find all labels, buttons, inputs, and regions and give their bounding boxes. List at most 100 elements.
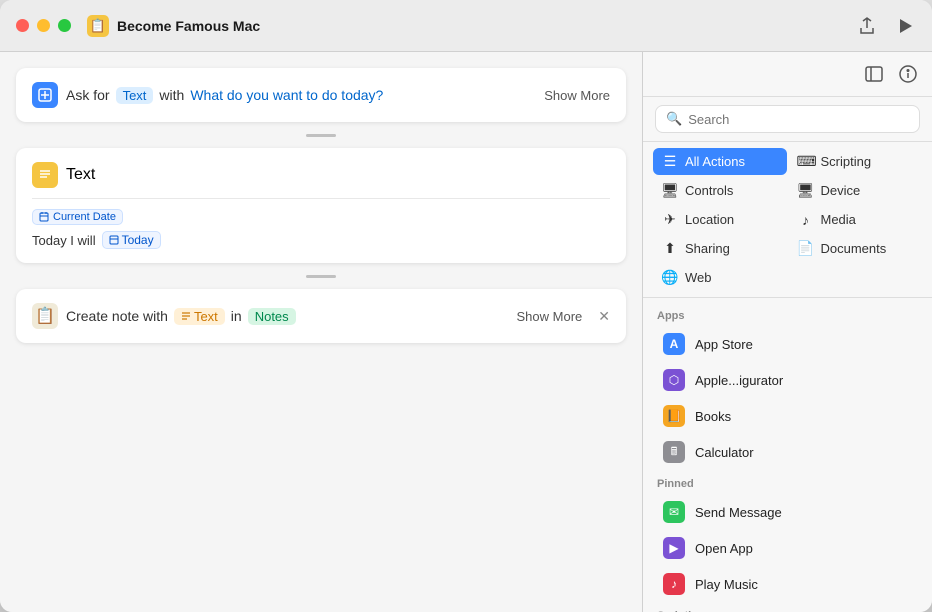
- category-sharing[interactable]: ⬆ Sharing: [653, 235, 787, 262]
- web-icon: 🌐: [661, 269, 679, 286]
- books-label: Books: [695, 409, 731, 424]
- list-item-apple-igurator[interactable]: ⬡ Apple...igurator: [649, 362, 926, 398]
- divider-line-2: [306, 275, 336, 278]
- category-location[interactable]: ✈ Location: [653, 206, 787, 233]
- documents-icon: 📄: [797, 240, 815, 257]
- apple-igurator-label: Apple...igurator: [695, 373, 783, 388]
- play-music-label: Play Music: [695, 577, 758, 592]
- create-note-label: Create note with Text in Notes: [66, 308, 509, 325]
- create-note-text-token[interactable]: Text: [174, 308, 225, 325]
- all-actions-label: All Actions: [685, 154, 745, 169]
- controls-icon: 🖥: [661, 182, 679, 199]
- today-label: Today: [122, 233, 154, 247]
- info-button[interactable]: [896, 62, 920, 86]
- list-item-send-message[interactable]: ✉ Send Message: [649, 494, 926, 530]
- close-button[interactable]: [16, 19, 29, 32]
- category-media[interactable]: ♪ Media: [789, 206, 923, 233]
- category-documents[interactable]: 📄 Documents: [789, 235, 923, 262]
- main-content: Ask for Text with What do you want to do…: [0, 52, 932, 612]
- create-note-keyword: Create note with: [66, 308, 168, 324]
- scripting-section-header: Scripting: [643, 602, 932, 612]
- text-icon: [32, 162, 58, 188]
- divider-line-1: [306, 134, 336, 137]
- list-item-open-app[interactable]: ▶ Open App: [649, 530, 926, 566]
- controls-label: Controls: [685, 183, 733, 198]
- ask-for-keyword: Ask for: [66, 87, 110, 103]
- play-button[interactable]: [894, 15, 916, 37]
- list-item-books[interactable]: 📙 Books: [649, 398, 926, 434]
- text-card-body: Current Date Today I will Today: [32, 198, 610, 249]
- main-window: 📋 Become Famous Mac: [0, 0, 932, 612]
- list-item-play-music[interactable]: ♪ Play Music: [649, 566, 926, 602]
- right-header: [643, 52, 932, 97]
- category-controls[interactable]: 🖥 Controls: [653, 177, 787, 204]
- apps-section-header: Apps: [643, 302, 932, 326]
- category-all-actions[interactable]: ☰ All Actions: [653, 148, 787, 175]
- divider-1: [16, 132, 626, 138]
- create-note-in: in: [231, 308, 242, 324]
- action-list: Apps A App Store ⬡ Apple...igurator 📙 Bo…: [643, 298, 932, 612]
- ask-for-label: Ask for Text with What do you want to do…: [66, 87, 536, 104]
- text-header: Text: [32, 162, 610, 188]
- documents-label: Documents: [821, 241, 887, 256]
- list-item-app-store[interactable]: A App Store: [649, 326, 926, 362]
- categories-grid: ☰ All Actions ⌨ Scripting 🖥 Controls 🖥 D…: [643, 142, 932, 298]
- category-device[interactable]: 🖥 Device: [789, 177, 923, 204]
- ask-for-with: with: [159, 87, 184, 103]
- traffic-lights: [16, 19, 71, 32]
- device-icon: 🖥: [797, 182, 815, 199]
- category-scripting[interactable]: ⌨ Scripting: [789, 148, 923, 175]
- list-item-calculator[interactable]: 🖩 Calculator: [649, 434, 926, 470]
- apple-igurator-icon: ⬡: [663, 369, 685, 391]
- all-actions-icon: ☰: [661, 153, 679, 170]
- search-input[interactable]: [688, 112, 909, 127]
- send-message-icon: ✉: [663, 501, 685, 523]
- device-label: Device: [821, 183, 861, 198]
- current-date-label: Current Date: [53, 211, 116, 223]
- ask-for-text-token[interactable]: Text: [116, 87, 154, 104]
- ask-for-icon: [32, 82, 58, 108]
- media-icon: ♪: [797, 212, 815, 228]
- ask-for-header: Ask for Text with What do you want to do…: [32, 82, 610, 108]
- current-date-tag[interactable]: Current Date: [32, 209, 123, 225]
- ask-for-prompt[interactable]: What do you want to do today?: [190, 87, 383, 103]
- create-note-header: 📋 Create note with Text in Note: [32, 303, 610, 329]
- create-note-show-more[interactable]: Show More: [517, 309, 583, 324]
- today-token[interactable]: Today: [102, 231, 161, 249]
- window-title: Become Famous Mac: [117, 18, 856, 34]
- text-label: Text: [66, 166, 95, 184]
- open-app-label: Open App: [695, 541, 753, 556]
- create-note-card: 📋 Create note with Text in Note: [16, 289, 626, 343]
- ask-for-show-more[interactable]: Show More: [544, 88, 610, 103]
- text-card: Text Current Date Today I will: [16, 148, 626, 263]
- titlebar-actions: [856, 15, 916, 37]
- share-button[interactable]: [856, 15, 878, 37]
- search-icon: 🔍: [666, 111, 682, 127]
- calculator-label: Calculator: [695, 445, 754, 460]
- location-icon: ✈: [661, 211, 679, 228]
- maximize-button[interactable]: [58, 19, 71, 32]
- workflow-panel: Ask for Text with What do you want to do…: [0, 52, 642, 612]
- open-app-icon: ▶: [663, 537, 685, 559]
- play-music-icon: ♪: [663, 573, 685, 595]
- web-label: Web: [685, 270, 712, 285]
- library-button[interactable]: [862, 62, 886, 86]
- app-store-label: App Store: [695, 337, 753, 352]
- search-bar: 🔍: [643, 97, 932, 142]
- minimize-button[interactable]: [37, 19, 50, 32]
- pinned-section-header: Pinned: [643, 470, 932, 494]
- app-icon: 📋: [87, 15, 109, 37]
- sharing-icon: ⬆: [661, 240, 679, 257]
- create-note-close[interactable]: ✕: [598, 308, 610, 325]
- location-label: Location: [685, 212, 734, 227]
- scripting-label: Scripting: [821, 154, 872, 169]
- divider-2: [16, 273, 626, 279]
- text-content-row: Today I will Today: [32, 231, 610, 249]
- actions-panel: 🔍 ☰ All Actions ⌨ Scripting 🖥 Controls: [642, 52, 932, 612]
- text-content-text: Today I will: [32, 233, 96, 248]
- category-web[interactable]: 🌐 Web: [653, 264, 787, 291]
- create-note-icon: 📋: [32, 303, 58, 329]
- create-note-notes-token[interactable]: Notes: [248, 308, 296, 325]
- search-input-wrapper: 🔍: [655, 105, 920, 133]
- scripting-icon: ⌨: [797, 153, 815, 170]
